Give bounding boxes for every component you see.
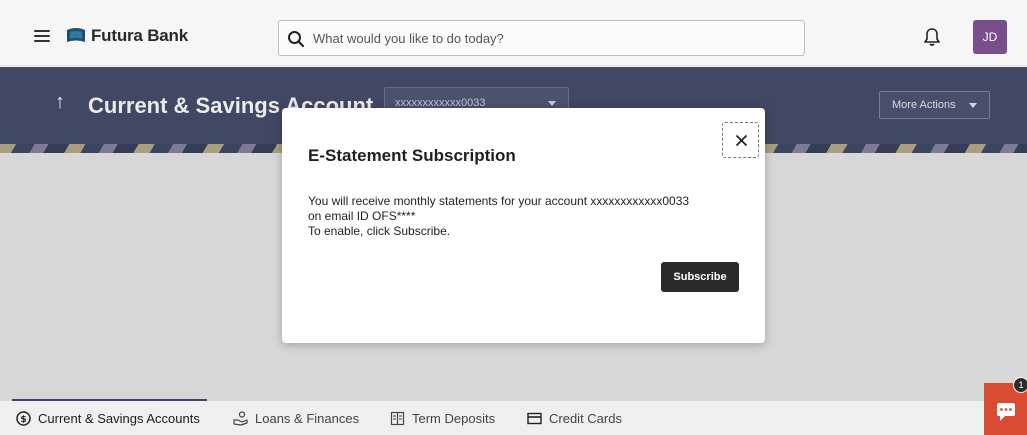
tab-label: Credit Cards <box>549 411 622 426</box>
modal-message-line: You will receive monthly statements for … <box>308 194 690 208</box>
chat-notification-badge: 1 <box>1013 377 1027 393</box>
tab-label: Term Deposits <box>412 411 496 426</box>
tab-current-savings[interactable]: $ Current & Savings Accounts <box>16 411 200 426</box>
product-tabs: $ Current & Savings Accounts Loans & Fin… <box>0 399 1027 435</box>
close-button[interactable] <box>722 122 759 158</box>
close-icon <box>735 134 748 147</box>
search-bar[interactable] <box>278 20 805 56</box>
notification-bell-icon[interactable] <box>923 27 941 47</box>
hand-coins-icon <box>233 411 248 426</box>
tab-credit-cards[interactable]: Credit Cards <box>527 411 622 426</box>
svg-text:$: $ <box>20 415 26 425</box>
e-statement-modal: E-Statement Subscription You will receiv… <box>282 108 765 343</box>
credit-card-icon <box>527 412 542 425</box>
search-input[interactable] <box>313 21 793 55</box>
modal-message-line: on email ID OFS**** <box>308 209 416 223</box>
dollar-circle-icon: $ <box>16 411 31 426</box>
tab-term-deposits[interactable]: Term Deposits <box>390 411 495 426</box>
search-icon <box>288 31 305 48</box>
top-header: Futura Bank JD <box>0 0 1027 66</box>
subscribe-button[interactable]: Subscribe <box>661 262 739 292</box>
active-tab-indicator <box>12 399 207 401</box>
bank-logo-icon <box>67 28 85 42</box>
brand-name[interactable]: Futura Bank <box>91 26 188 46</box>
user-avatar[interactable]: JD <box>973 20 1007 54</box>
tab-label: Loans & Finances <box>255 411 360 426</box>
modal-message-line: To enable, click Subscribe. <box>308 224 451 238</box>
deposit-book-icon <box>390 411 405 426</box>
tab-loans-finances[interactable]: Loans & Finances <box>233 411 359 426</box>
tab-label: Current & Savings Accounts <box>38 411 200 426</box>
modal-title: E-Statement Subscription <box>308 146 516 165</box>
hamburger-menu-icon[interactable] <box>34 30 50 42</box>
modal-message: You will receive monthly statements for … <box>308 194 748 239</box>
